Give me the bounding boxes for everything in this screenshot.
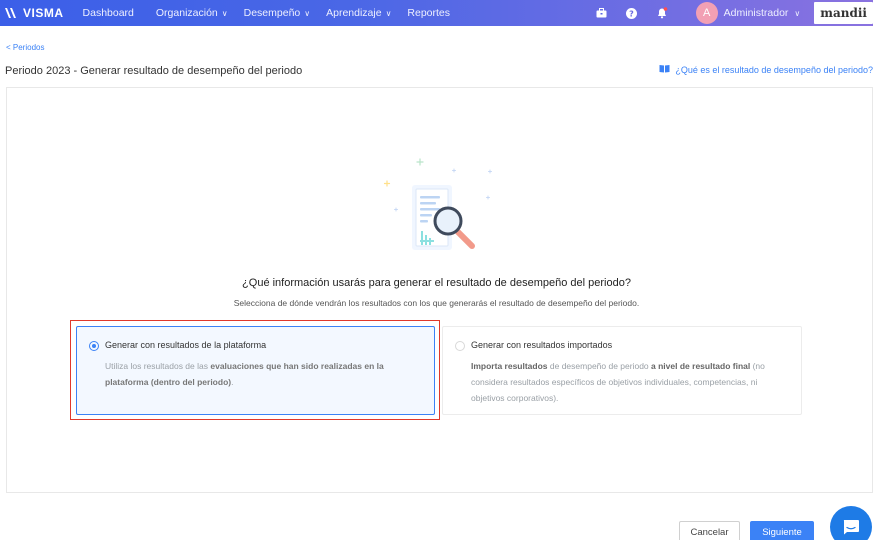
chevron-down-icon: ∨ [385, 8, 392, 18]
option-platform-description: Utiliza los resultados de las evaluacion… [105, 358, 425, 390]
option-imported-desc-bold-1: Importa resultados [471, 361, 548, 371]
nav-dashboard-label: Dashboard [82, 7, 134, 19]
svg-text:?: ? [629, 9, 634, 18]
option-platform-title: Generar con resultados de la plataforma [105, 340, 267, 350]
option-imported-desc-mid: de desempeño de periodo [547, 361, 652, 371]
nav-organizacion[interactable]: Organización ∨ [156, 7, 228, 19]
help-link[interactable]: ¿Qué es el resultado de desempeño del pe… [659, 64, 873, 75]
user-label: Administrador [723, 7, 789, 19]
nav-organizacion-label: Organización [155, 7, 218, 19]
book-icon [659, 64, 670, 75]
chevron-down-icon: ∨ [221, 8, 228, 18]
option-platform-desc-end: . [231, 377, 234, 387]
option-platform-results[interactable]: Generar con resultados de la plataforma … [76, 326, 435, 415]
next-button[interactable]: Siguiente [750, 521, 814, 540]
visma-logo-mark [5, 8, 16, 18]
question-heading: ¿Qué información usarás para generar el … [242, 277, 631, 289]
mandii-logo: mandii [814, 2, 873, 24]
document-search-illustration [383, 158, 492, 250]
top-nav-bar: VISMA Dashboard Organización ∨ Desempeño ∨… [0, 0, 873, 26]
user-menu[interactable]: Administrador ∨ [724, 7, 801, 19]
page-title: Periodo 2023 - Generar resultado de dese… [5, 65, 303, 77]
nav-dashboard[interactable]: Dashboard [83, 7, 134, 19]
brand-text: VISMA [23, 6, 64, 20]
option-imported-description: Importa resultados de desempeño de perio… [471, 358, 791, 406]
radio-selected[interactable] [89, 341, 99, 351]
bell-icon[interactable] [656, 7, 668, 19]
help-icon[interactable]: ? [626, 7, 638, 19]
help-link-label: ¿Qué es el resultado de desempeño del pe… [675, 64, 873, 75]
nav-desempeno[interactable]: Desempeño ∨ [244, 7, 310, 19]
option-platform-desc-text: Utiliza los resultados de las [105, 361, 211, 371]
nav-tools: ? A Administrador ∨ mandii [596, 0, 873, 26]
cancel-button[interactable]: Cancelar [679, 521, 740, 540]
chevron-down-icon: ∨ [304, 8, 311, 18]
question-subtitle: Selecciona de dónde vendrán los resultad… [233, 298, 640, 308]
option-imported-results[interactable]: Generar con resultados importados Import… [442, 326, 802, 415]
nav-reportes[interactable]: Reportes [407, 7, 450, 19]
avatar-letter: A [702, 7, 711, 19]
option-imported-title: Generar con resultados importados [471, 340, 613, 350]
chat-icon[interactable] [830, 506, 872, 540]
avatar[interactable]: A [695, 2, 718, 24]
nav-aprendizaje-label: Aprendizaje [326, 7, 382, 19]
visma-logo[interactable]: VISMA [5, 6, 64, 20]
chevron-down-icon: ∨ [794, 8, 801, 18]
nav-reportes-label: Reportes [407, 7, 451, 19]
nav-desempeno-label: Desempeño [243, 7, 301, 19]
radio-unselected[interactable] [455, 341, 465, 351]
briefcase-icon[interactable] [596, 7, 608, 19]
main-panel [6, 87, 873, 493]
nav-aprendizaje[interactable]: Aprendizaje ∨ [326, 7, 391, 19]
breadcrumb-back-link[interactable]: < Periodos [6, 43, 44, 52]
option-imported-desc-bold-2: a nivel de resultado final [651, 361, 751, 371]
